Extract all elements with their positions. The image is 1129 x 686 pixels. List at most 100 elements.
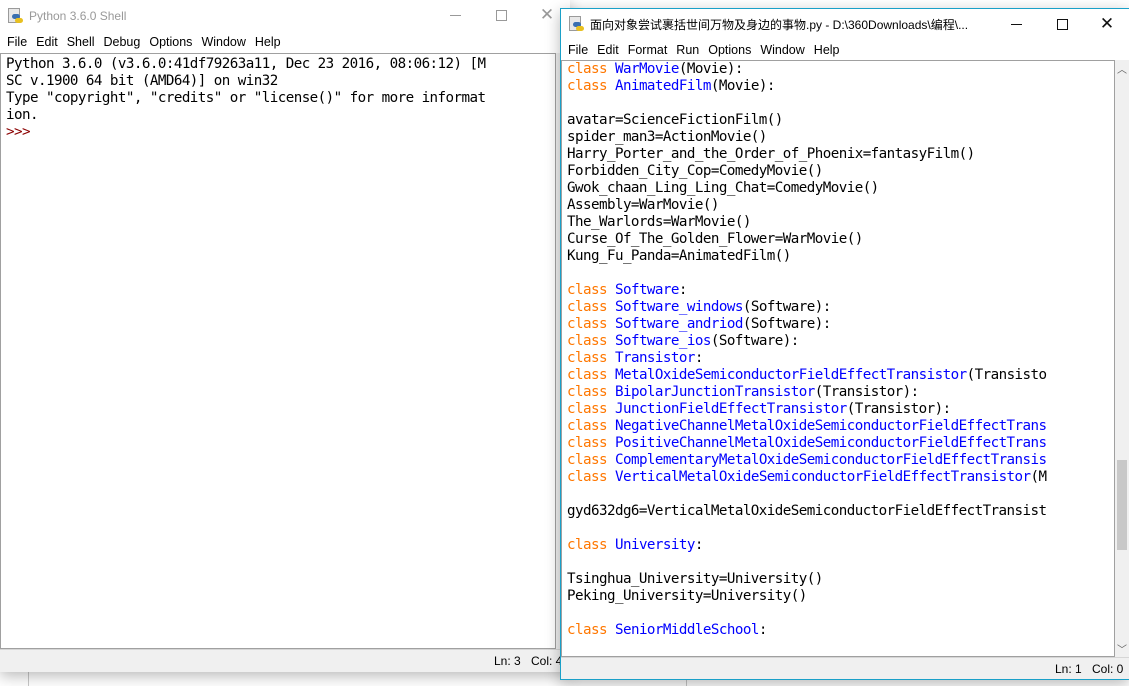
class-name: NegativeChannelMetalOxideSemiconductorFi… [614, 418, 1047, 434]
maximize-button[interactable] [478, 0, 524, 31]
shell-menu-bar: File Edit Shell Debug Options Window Hel… [0, 31, 570, 53]
class-name: JunctionFieldEffectTransistor [614, 401, 847, 417]
menu-run[interactable]: Run [672, 43, 703, 57]
scrollbar-thumb[interactable] [1117, 459, 1127, 550]
code-line: avatar=ScienceFictionFilm() [567, 112, 783, 128]
shell-line: Type "copyright", "credits" or "license(… [6, 90, 486, 106]
code-line: class ComplementaryMetalOxideSemiconduct… [567, 452, 1047, 469]
class-name: WarMovie [614, 61, 679, 77]
menu-edit[interactable]: Edit [32, 35, 62, 49]
shell-output: Python 3.6.0 (v3.6.0:41df79263a11, Dec 2… [6, 56, 486, 141]
close-button[interactable]: ✕ [1084, 9, 1129, 40]
code-rest: (Movie): [678, 61, 743, 77]
python-shell-window[interactable]: Python 3.6.0 Shell ✕ File Edit Shell Deb… [0, 0, 570, 672]
column-number: Col: 0 [1092, 662, 1124, 676]
code-line: The_Warlords=WarMovie() [567, 214, 751, 230]
class-name: Software_ios [614, 333, 711, 349]
python-idle-icon [568, 16, 584, 32]
menu-options[interactable]: Options [704, 43, 755, 57]
shell-line: Python 3.6.0 (v3.6.0:41df79263a11, Dec 2… [6, 56, 486, 72]
menu-file[interactable]: File [3, 35, 31, 49]
minimize-button[interactable] [432, 0, 478, 31]
shell-text-area[interactable]: Python 3.6.0 (v3.6.0:41df79263a11, Dec 2… [0, 53, 556, 649]
menu-file[interactable]: File [564, 43, 592, 57]
scroll-down-icon: ﹀ [1117, 645, 1127, 656]
code-line: Harry_Porter_and_the_Order_of_Phoenix=fa… [567, 146, 975, 162]
code-rest: (Software): [742, 316, 831, 332]
menu-edit[interactable]: Edit [593, 43, 623, 57]
editor-vertical-scrollbar[interactable]: ︿ ﹀ [1115, 60, 1129, 657]
keyword: class [567, 333, 608, 349]
keyword: class [567, 537, 608, 553]
code-rest: : [678, 282, 688, 298]
keyword: class [567, 384, 608, 400]
code-line: gyd632dg6=VerticalMetalOxideSemiconducto… [567, 503, 1047, 519]
minimize-icon [1010, 24, 1022, 25]
scroll-down-button[interactable]: ﹀ [1115, 640, 1129, 657]
menu-debug[interactable]: Debug [100, 35, 145, 49]
shell-line: SC v.1900 64 bit (AMD64)] on win32 [6, 73, 278, 89]
code-rest: : [694, 537, 704, 553]
menu-help[interactable]: Help [251, 35, 285, 49]
maximize-button[interactable] [1039, 9, 1085, 40]
menu-options[interactable]: Options [145, 35, 196, 49]
menu-shell[interactable]: Shell [63, 35, 99, 49]
editor-text-area[interactable]: class WarMovie(Movie): class AnimatedFilm… [561, 60, 1115, 657]
class-name: University [614, 537, 695, 553]
class-name: Transistor [614, 350, 695, 366]
code-line: Curse_Of_The_Golden_Flower=WarMovie() [567, 231, 863, 247]
code-rest: : [758, 622, 768, 638]
shell-line: ion. [6, 107, 39, 123]
menu-window[interactable]: Window [756, 43, 808, 57]
close-icon: ✕ [1099, 14, 1115, 34]
code-rest: (Transisto [966, 367, 1047, 383]
editor-window[interactable]: 面向对象尝试裹括世间万物及身边的事物.py - D:\360Downloads\… [560, 8, 1129, 680]
editor-title-bar[interactable]: 面向对象尝试裹括世间万物及身边的事物.py - D:\360Downloads\… [561, 9, 1129, 39]
code-line: Peking_University=University() [567, 588, 807, 604]
scroll-up-icon: ︿ [1117, 65, 1127, 76]
code-line: Forbidden_City_Cop=ComedyMovie() [567, 163, 823, 179]
close-icon: ✕ [539, 5, 555, 25]
code-rest: (Software): [710, 333, 799, 349]
column-number: Col: 4 [531, 654, 563, 668]
class-name: MetalOxideSemiconductorFieldEffectTransi… [614, 367, 967, 383]
code-line: class VerticalMetalOxideSemiconductorFie… [567, 469, 1047, 486]
keyword: class [567, 282, 608, 298]
code-line: class University: [567, 537, 1047, 554]
code-line: class PositiveChannelMetalOxideSemicondu… [567, 435, 1047, 452]
class-name: BipolarJunctionTransistor [614, 384, 815, 400]
code-rest: (Movie): [710, 78, 775, 94]
keyword: class [567, 316, 608, 332]
class-name: AnimatedFilm [614, 78, 711, 94]
code-rest: : [694, 350, 704, 366]
class-name: Software_andriod [614, 316, 743, 332]
code-line: class JunctionFieldEffectTransistor(Tran… [567, 401, 1047, 418]
menu-format[interactable]: Format [624, 43, 672, 57]
code-line: class MetalOxideSemiconductorFieldEffect… [567, 367, 1047, 384]
code-line: class Software_ios(Software): [567, 333, 1047, 350]
keyword: class [567, 435, 608, 451]
shell-title-bar[interactable]: Python 3.6.0 Shell ✕ [0, 0, 570, 31]
class-name: SeniorMiddleSchool [614, 622, 759, 638]
scroll-up-button[interactable]: ︿ [1115, 60, 1129, 77]
minimize-button[interactable] [993, 9, 1039, 40]
code-rest: (Transistor): [814, 384, 919, 400]
source-code: class WarMovie(Movie): class AnimatedFilm… [567, 61, 1047, 639]
menu-window[interactable]: Window [197, 35, 249, 49]
editor-status-bar: Ln: 1 Col: 0 [561, 657, 1129, 679]
code-line: spider_man3=ActionMovie() [567, 129, 767, 145]
code-line: class Software_windows(Software): [567, 299, 1047, 316]
shell-prompt[interactable]: >>> [6, 124, 486, 141]
menu-help[interactable]: Help [810, 43, 844, 57]
code-line: Assembly=WarMovie() [567, 197, 719, 213]
code-line: Kung_Fu_Panda=AnimatedFilm() [567, 248, 791, 264]
code-line: class Transistor: [567, 350, 1047, 367]
minimize-icon [449, 15, 461, 16]
keyword: class [567, 452, 608, 468]
code-line: class AnimatedFilm(Movie): [567, 78, 1047, 95]
